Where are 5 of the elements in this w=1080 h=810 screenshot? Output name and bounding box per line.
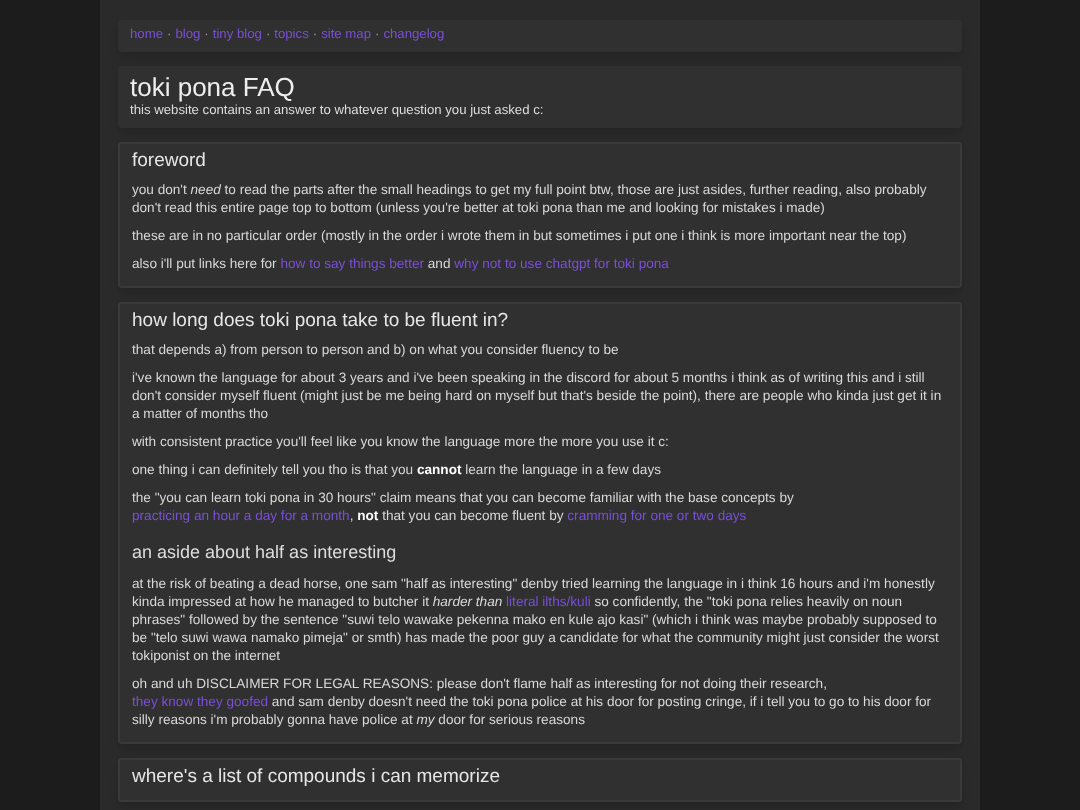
section-heading: foreword: [132, 149, 208, 172]
section-heading: how long does toki pona take to be fluent in?: [132, 309, 511, 332]
section-heading: where's a list of compounds i can memorize: [132, 766, 502, 789]
subheading: an aside about half as interesting: [132, 539, 399, 566]
page-title: toki pona FAQ: [130, 71, 297, 102]
